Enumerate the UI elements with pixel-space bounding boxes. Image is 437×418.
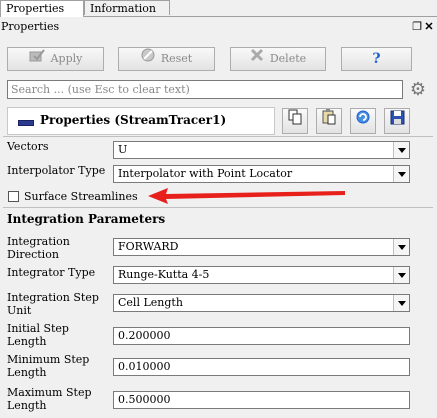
integration-parameters-heading: Integration Parameters: [7, 212, 166, 226]
help-button[interactable]: ?: [341, 47, 412, 71]
minimum-step-length-label-line1: Minimum Step: [7, 353, 90, 366]
chevron-down-icon[interactable]: [393, 267, 409, 283]
integrator-type-value: Runge-Kutta 4-5: [118, 268, 210, 281]
integration-step-unit-value: Cell Length: [118, 296, 183, 309]
delete-button[interactable]: Delete: [230, 47, 326, 71]
tab-bar: Properties Information: [0, 0, 437, 17]
float-window-icon[interactable]: ❐: [411, 20, 423, 33]
delete-icon: [250, 48, 264, 70]
annotation-arrow-icon: [148, 188, 345, 204]
divider: [3, 207, 433, 208]
surface-streamlines-label: Surface Streamlines: [24, 190, 138, 203]
chevron-down-icon[interactable]: [393, 142, 409, 158]
refresh-icon: [356, 110, 370, 124]
surface-streamlines-checkbox[interactable]: [8, 191, 19, 202]
maximum-step-length-label-line2: Length: [7, 399, 47, 412]
paste-button[interactable]: [316, 108, 342, 134]
integration-step-unit-select[interactable]: Cell Length: [113, 294, 410, 312]
close-icon[interactable]: ✕: [423, 20, 435, 33]
integration-direction-value: FORWARD: [118, 240, 179, 253]
reset-button[interactable]: Reset: [118, 47, 215, 71]
interpolator-type-value: Interpolator with Point Locator: [118, 167, 293, 180]
vectors-label: Vectors: [7, 140, 49, 153]
integration-step-unit-label-line2: Unit: [7, 304, 32, 317]
integration-step-unit-label-line1: Integration Step: [7, 291, 99, 304]
panel-title: Properties: [1, 20, 60, 33]
refresh-button[interactable]: [350, 108, 376, 134]
maximum-step-length-label: Maximum Step Length: [7, 386, 92, 412]
panel-title-icons: ❐ ✕: [411, 20, 435, 33]
minimum-step-length-label-line2: Length: [7, 366, 47, 379]
collapse-bar-icon: [18, 120, 34, 126]
save-button[interactable]: [384, 108, 410, 134]
initial-step-length-label: Initial Step Length: [7, 322, 69, 348]
copy-button[interactable]: [282, 108, 308, 134]
paste-icon: [322, 109, 336, 125]
chevron-down-icon[interactable]: [393, 166, 409, 182]
initial-step-length-label-line2: Length: [7, 335, 47, 348]
vectors-select[interactable]: U: [113, 141, 410, 159]
apply-label: Apply: [50, 52, 83, 65]
minimum-step-length-field[interactable]: 0.010000: [113, 358, 410, 376]
interpolator-type-label: Interpolator Type: [7, 164, 106, 177]
tab-properties[interactable]: Properties: [0, 0, 84, 17]
chevron-down-icon[interactable]: [393, 295, 409, 311]
save-icon: [390, 110, 404, 125]
copy-icon: [288, 109, 302, 125]
gear-icon[interactable]: ⚙: [407, 79, 429, 101]
integrator-type-select[interactable]: Runge-Kutta 4-5: [113, 266, 410, 284]
integrator-type-label: Integrator Type: [7, 266, 96, 279]
reset-icon: [141, 48, 155, 70]
maximum-step-length-label-line1: Maximum Step: [7, 386, 92, 399]
integration-direction-label: Integration Direction: [7, 235, 70, 261]
properties-header[interactable]: Properties (StreamTracer1): [7, 107, 275, 135]
properties-header-label: Properties (StreamTracer1): [40, 113, 227, 127]
integration-direction-label-line2: Direction: [7, 248, 59, 261]
vectors-value: U: [118, 143, 128, 156]
apply-icon: [29, 48, 45, 70]
integration-direction-label-line1: Integration: [7, 235, 70, 248]
minimum-step-length-label: Minimum Step Length: [7, 353, 89, 379]
integration-step-unit-label: Integration Step Unit: [7, 291, 99, 317]
delete-label: Delete: [269, 52, 307, 65]
reset-label: Reset: [160, 52, 193, 65]
maximum-step-length-field[interactable]: 0.500000: [113, 391, 410, 409]
interpolator-type-select[interactable]: Interpolator with Point Locator: [113, 165, 410, 183]
tab-information[interactable]: Information: [84, 0, 170, 15]
initial-step-length-field[interactable]: 0.200000: [113, 327, 410, 345]
initial-step-length-label-line1: Initial Step: [7, 322, 69, 335]
integration-direction-select[interactable]: FORWARD: [113, 238, 410, 256]
chevron-down-icon[interactable]: [393, 239, 409, 255]
help-icon: ?: [372, 51, 381, 67]
search-input[interactable]: Search ... (use Esc to clear text): [7, 80, 403, 99]
apply-button[interactable]: Apply: [7, 47, 104, 71]
divider: [3, 136, 433, 137]
